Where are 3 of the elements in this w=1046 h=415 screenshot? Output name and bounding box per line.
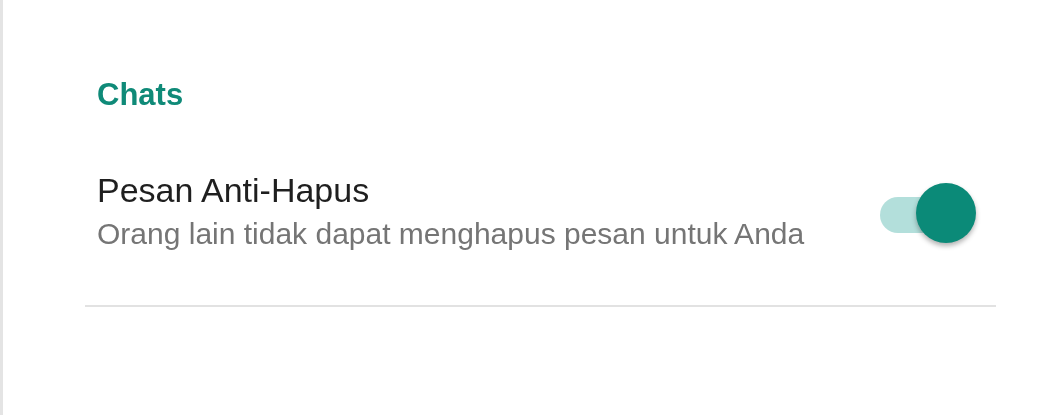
- setting-title: Pesan Anti-Hapus: [97, 170, 371, 211]
- section-header: Chats: [97, 76, 185, 114]
- setting-description: Orang lain tidak dapat menghapus pesan untuk Anda: [97, 216, 805, 252]
